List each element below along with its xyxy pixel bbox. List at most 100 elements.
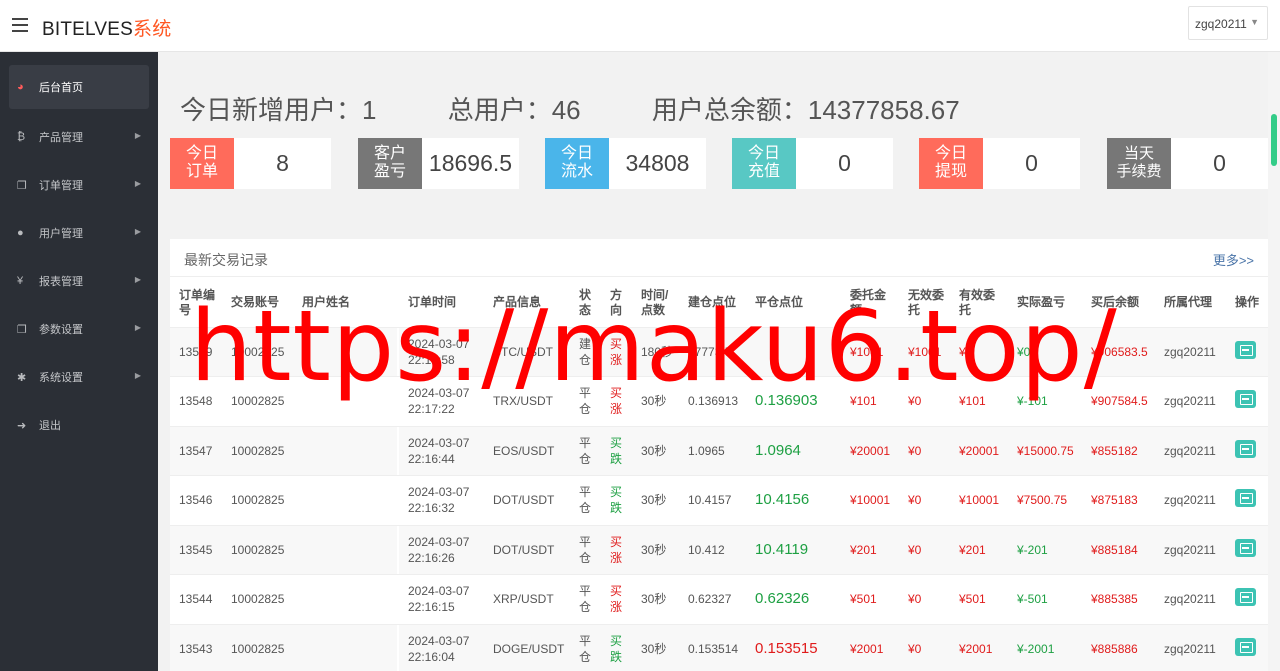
- signout-icon: ➜: [17, 419, 27, 432]
- actions-cell: [1226, 624, 1268, 671]
- stat-card: 今日 订单 8: [170, 138, 331, 189]
- detail-view-icon[interactable]: [1235, 390, 1256, 409]
- close-price: 0.62326: [746, 574, 841, 625]
- stat-badge-line2: 流水: [560, 163, 593, 180]
- stat-badge: 今日 流水: [545, 138, 609, 189]
- user-name-cell: [293, 525, 397, 575]
- detail-view-icon[interactable]: [1235, 637, 1256, 656]
- trade-account: 10002825: [222, 426, 293, 476]
- order-status: 平仓: [570, 624, 601, 671]
- brand-logo: BITELVES系统: [42, 14, 171, 41]
- detail-view-icon[interactable]: [1235, 340, 1256, 359]
- copy-icon: ❐: [17, 323, 27, 336]
- detail-view-icon[interactable]: [1235, 439, 1256, 458]
- stat-badge-line1: 当天: [1123, 145, 1154, 162]
- stat-badge: 今日 充值: [732, 138, 796, 189]
- sidebar-item-label: 产品管理: [39, 132, 83, 144]
- sidebar-item-label: 退出: [39, 420, 61, 432]
- menu-toggle-icon[interactable]: [12, 18, 28, 32]
- sidebar-item-7[interactable]: ➜ 退出: [9, 401, 149, 449]
- valid-amount: ¥2001: [950, 624, 1008, 671]
- actions-cell: [1226, 574, 1268, 625]
- dashboard-icon: ◕: [17, 81, 24, 93]
- table-row: 13543 10002825 2024-03-07 22:16:04 DOGE/USDT…: [170, 624, 1268, 671]
- actions-cell: [1226, 475, 1268, 526]
- table-row: 13545 10002825 2024-03-07 22:16:26 DOT/USDT 平…: [170, 525, 1268, 575]
- product-info: DOT/USDT: [484, 475, 570, 526]
- order-amount: ¥201: [841, 525, 899, 575]
- user-dropdown[interactable]: zgq20211 ▼: [1188, 6, 1268, 40]
- scrollbar[interactable]: [1268, 52, 1280, 671]
- trade-direction: 买跌: [601, 426, 632, 476]
- copy-icon: ❐: [17, 179, 27, 192]
- valid-amount: ¥501: [950, 574, 1008, 625]
- invalid-amount: ¥0: [899, 426, 950, 476]
- order-id: 13547: [170, 426, 222, 476]
- order-status: 平仓: [570, 525, 601, 575]
- close-price: 10.4119: [746, 525, 841, 575]
- agent-name: zgq20211: [1155, 426, 1226, 476]
- stat-badge-line1: 今日: [185, 145, 218, 162]
- order-time: 2024-03-07 22:16:26: [399, 525, 484, 575]
- order-amount: ¥20001: [841, 426, 899, 476]
- order-id: 13543: [170, 624, 222, 671]
- table-row: 13544 10002825 2024-03-07 22:16:15 XRP/USDT 平…: [170, 574, 1268, 625]
- order-clock: 22:16:15: [408, 600, 455, 615]
- agent-name: zgq20211: [1155, 624, 1226, 671]
- product-info: EOS/USDT: [484, 426, 570, 476]
- bitcoin-icon: ₿: [17, 131, 26, 143]
- top-bar: BITELVES系统 zgq20211 ▼: [0, 0, 1280, 52]
- detail-view-icon[interactable]: [1235, 489, 1256, 508]
- total-users: 总用户：46: [447, 95, 581, 125]
- trade-period: 30秒: [632, 574, 679, 625]
- sidebar-item-5[interactable]: ❐ 参数设置 ▶: [9, 305, 149, 353]
- trade-period: 30秒: [632, 525, 679, 575]
- sidebar-item-4[interactable]: ¥ 报表管理 ▶: [9, 257, 149, 305]
- sidebar-item-label: 订单管理: [39, 180, 83, 192]
- sidebar-item-label: 系统设置: [39, 372, 83, 384]
- sidebar-item-label: 参数设置: [39, 324, 83, 336]
- invalid-amount: ¥0: [899, 574, 950, 625]
- order-date: 2024-03-07: [408, 534, 470, 549]
- sidebar: ◕ 后台首页 ₿ 产品管理 ▶ ❐ 订单管理 ▶ ● 用户管理 ▶ ¥ 报表管理 ▶ ❐ 参数设置 ▶ ✱ 系统设置…: [0, 52, 158, 671]
- actual-profit: ¥-2001: [1008, 624, 1082, 671]
- table-row: 13547 10002825 2024-03-07 22:16:44 EOS/USDT 平…: [170, 426, 1268, 476]
- brand-accent: 系统: [133, 19, 172, 40]
- stat-badge-line2: 盈亏: [373, 163, 406, 180]
- more-link[interactable]: 更多>>: [1213, 250, 1254, 269]
- trade-account: 10002825: [222, 624, 293, 671]
- order-date: 2024-03-07: [408, 435, 470, 450]
- caret-down-icon: ▼: [1250, 17, 1259, 27]
- order-id: 13545: [170, 525, 222, 575]
- panel-header: 最新交易记录 更多>>: [170, 239, 1268, 277]
- table-row: 13546 10002825 2024-03-07 22:16:32 DOT/USDT 平…: [170, 475, 1268, 526]
- panel-title: 最新交易记录: [184, 252, 268, 268]
- order-status: 平仓: [570, 475, 601, 526]
- detail-view-icon[interactable]: [1235, 538, 1256, 557]
- caret-right-icon: ▶: [134, 131, 141, 140]
- trade-direction: 买涨: [601, 525, 632, 575]
- stat-badge-line1: 今日: [560, 145, 593, 162]
- sidebar-item-0[interactable]: ◕ 后台首页: [9, 65, 149, 109]
- user-name-cell: [293, 475, 397, 526]
- sidebar-item-6[interactable]: ✱ 系统设置 ▶: [9, 353, 149, 401]
- detail-view-icon[interactable]: [1235, 588, 1256, 607]
- sidebar-item-1[interactable]: ₿ 产品管理 ▶: [9, 113, 149, 161]
- invalid-amount: ¥0: [899, 475, 950, 526]
- gears-icon: ✱: [17, 371, 27, 384]
- scrollbar-thumb[interactable]: [1271, 114, 1277, 166]
- sidebar-item-2[interactable]: ❐ 订单管理 ▶: [9, 161, 149, 209]
- order-status: 平仓: [570, 574, 601, 625]
- order-id: 13546: [170, 475, 222, 526]
- order-time: 2024-03-07 22:16:32: [399, 475, 484, 526]
- agent-name: zgq20211: [1155, 525, 1226, 575]
- open-price: 0.153514: [679, 624, 746, 671]
- yen-icon: ¥: [17, 275, 24, 287]
- actual-profit: ¥-501: [1008, 574, 1082, 625]
- watermark-url: https://maku6.top/: [190, 290, 1118, 404]
- order-clock: 22:16:32: [408, 501, 455, 516]
- stat-value: 18696.5: [428, 150, 513, 176]
- order-clock: 22:16:44: [408, 451, 455, 466]
- stat-card: 今日 流水 34808: [545, 138, 706, 189]
- sidebar-item-3[interactable]: ● 用户管理 ▶: [9, 209, 149, 257]
